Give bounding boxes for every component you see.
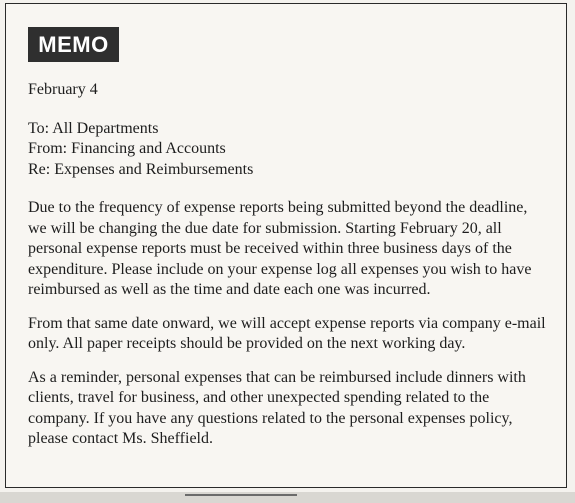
memo-content: February 4 To: All Departments From: Fin… (28, 80, 548, 463)
memo-to-line: To: All Departments (28, 119, 159, 137)
bottom-edge-mark (185, 494, 297, 496)
memo-subject-line: Re: Expenses and Reimbursements (28, 160, 254, 178)
memo-paragraph-2: From that same date onward, we will acce… (28, 314, 546, 353)
memo-paragraph-1: Due to the frequency of expense reports … (28, 199, 532, 298)
memo-date: February 4 (28, 81, 98, 98)
memo-badge: MEMO (28, 27, 119, 62)
memo-paragraph-3: As a reminder, personal expenses that ca… (28, 368, 526, 448)
memo-from-line: From: Financing and Accounts (28, 140, 226, 157)
memo-header-block: To: All Departments From: Financing and … (28, 119, 548, 181)
